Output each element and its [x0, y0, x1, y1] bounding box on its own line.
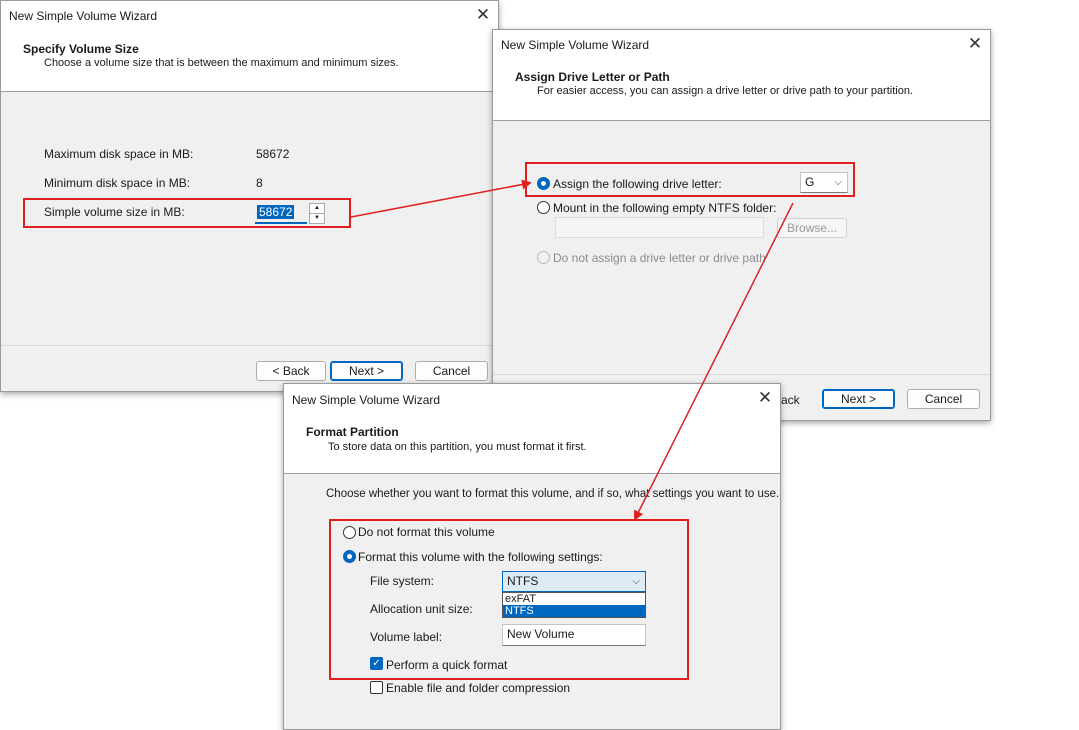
mount-folder-label: Mount in the following empty NTFS folder… [553, 201, 777, 215]
highlight-drive-letter [525, 162, 855, 197]
page-subheading: To store data on this partition, you mus… [328, 441, 587, 453]
cancel-button[interactable]: Cancel [415, 361, 488, 381]
next-button[interactable]: Next > [330, 361, 403, 381]
next-button[interactable]: Next > [822, 389, 895, 409]
page-heading: Assign Drive Letter or Path [515, 70, 670, 84]
min-disk-value: 8 [256, 176, 263, 190]
window-title: New Simple Volume Wizard [292, 393, 441, 407]
no-letter-label: Do not assign a drive letter or drive pa… [553, 251, 766, 265]
browse-button[interactable]: Browse... [777, 218, 847, 238]
title-bar[interactable]: New Simple Volume Wizard ✕ [1, 1, 498, 31]
footer-divider [1, 345, 498, 346]
page-heading: Format Partition [306, 425, 399, 439]
window-title: New Simple Volume Wizard [9, 9, 158, 23]
mount-folder-radio[interactable] [537, 201, 550, 214]
page-subheading: Choose a volume size that is between the… [44, 57, 399, 69]
format-intro-text: Choose whether you want to format this v… [326, 488, 780, 500]
close-icon[interactable]: ✕ [960, 30, 990, 60]
mount-folder-input[interactable] [555, 217, 764, 238]
wizard-dialog-drive-letter: New Simple Volume Wizard ✕ Assign Drive … [492, 29, 991, 421]
page-heading: Specify Volume Size [23, 42, 139, 56]
min-disk-label: Minimum disk space in MB: [44, 176, 191, 190]
no-letter-radio[interactable] [537, 251, 550, 264]
back-button[interactable]: < Back [256, 361, 326, 381]
max-disk-value: 58672 [256, 147, 290, 161]
wizard-dialog-volume-size: New Simple Volume Wizard ✕ Specify Volum… [0, 0, 499, 392]
highlight-volume-size [23, 198, 351, 228]
highlight-format-settings [329, 519, 689, 680]
cancel-button[interactable]: Cancel [907, 389, 980, 409]
compression-checkbox[interactable] [370, 681, 383, 694]
compression-label: Enable file and folder compression [386, 681, 571, 695]
close-icon[interactable]: ✕ [468, 1, 498, 31]
page-subheading: For easier access, you can assign a driv… [537, 85, 914, 97]
close-icon[interactable]: ✕ [750, 384, 780, 414]
wizard-header: Format Partition To store data on this p… [284, 414, 780, 474]
back-button-partial[interactable]: ack [781, 393, 800, 407]
max-disk-label: Maximum disk space in MB: [44, 147, 194, 161]
wizard-header: Assign Drive Letter or Path For easier a… [493, 60, 990, 121]
window-title: New Simple Volume Wizard [501, 38, 650, 52]
wizard-header: Specify Volume Size Choose a volume size… [1, 31, 498, 92]
footer-divider [493, 374, 990, 375]
title-bar[interactable]: New Simple Volume Wizard ✕ [284, 384, 780, 414]
title-bar[interactable]: New Simple Volume Wizard ✕ [493, 30, 990, 60]
